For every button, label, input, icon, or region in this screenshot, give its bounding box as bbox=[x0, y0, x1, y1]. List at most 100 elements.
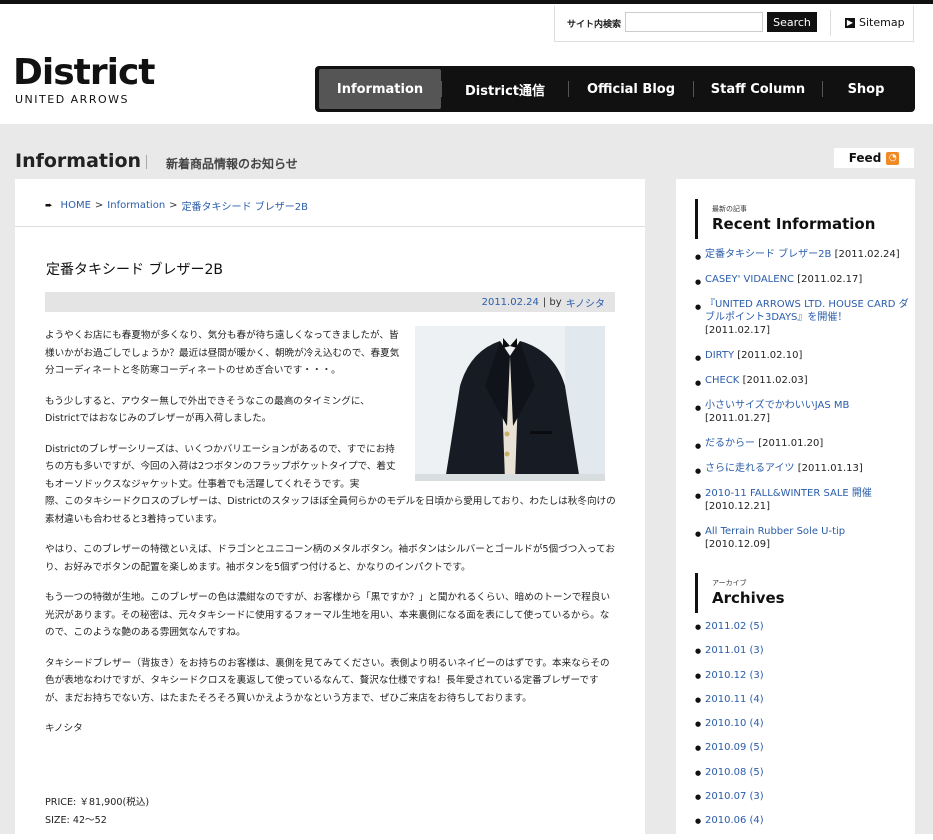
post-author[interactable]: キノシタ bbox=[566, 295, 605, 310]
recent-date: [2011.02.10] bbox=[737, 350, 803, 361]
bullet-icon: ● bbox=[695, 303, 702, 311]
bullet-icon: ● bbox=[695, 442, 702, 450]
archive-link[interactable]: 2010.12 (3) bbox=[705, 670, 764, 681]
recent-date: [2010.12.09] bbox=[705, 539, 771, 550]
page-subtitle: 新着商品情報のお知らせ bbox=[166, 157, 298, 171]
recent-link[interactable]: 2010-11 FALL&WINTER SALE 開催 bbox=[705, 488, 872, 499]
archive-link[interactable]: 2010.09 (5) bbox=[705, 742, 764, 753]
price-info: PRICE: ￥81,900(税込) SIZE: 42～52 bbox=[45, 794, 149, 830]
search-button[interactable]: Search bbox=[767, 12, 817, 32]
archive-link[interactable]: 2010.08 (5) bbox=[705, 767, 764, 778]
post-meta: 2011.02.24 | by キノシタ bbox=[45, 292, 615, 312]
post-title: 定番タキシード ブレザー2B bbox=[46, 262, 223, 278]
list-item: ● 2010.06 (4) bbox=[695, 815, 910, 839]
title-divider bbox=[146, 155, 147, 169]
archive-link[interactable]: 2011.02 (5) bbox=[705, 621, 764, 632]
site-search: サイト内検索 Search ▶ Sitemap bbox=[554, 6, 914, 42]
breadcrumb: ➨ HOME > Information > 定番タキシード ブレザー2B bbox=[45, 198, 308, 213]
list-item: ● CASEY' VIDALENC [2011.02.17] bbox=[695, 273, 910, 286]
heading-bar bbox=[695, 573, 698, 613]
search-input[interactable] bbox=[625, 12, 763, 32]
recent-date: [2011.01.20] bbox=[758, 438, 824, 449]
list-item: ● CHECK [2011.02.03] bbox=[695, 374, 910, 387]
list-item: ● 2010-11 FALL&WINTER SALE 開催 [2010.12.21] bbox=[695, 487, 910, 513]
list-item: ● 小さいサイズでかわいいJAS MB [2011.01.27] bbox=[695, 399, 910, 425]
post-body: ようやくお店にも春夏物が多くなり、気分も春が待ち遠しくなってきましたが、皆様いか… bbox=[45, 327, 617, 751]
divider bbox=[15, 226, 645, 227]
bullet-icon: ● bbox=[695, 647, 702, 656]
nav-item-district[interactable]: District通信 bbox=[442, 69, 568, 109]
recent-subtitle: 最新の記事 bbox=[712, 205, 747, 213]
recent-title: Recent Information bbox=[712, 215, 876, 233]
post-by: | by bbox=[542, 296, 562, 308]
recent-link[interactable]: 定番タキシード ブレザー2B bbox=[705, 249, 831, 260]
recent-date: [2011.02.17] bbox=[705, 325, 771, 336]
size: SIZE: 42～52 bbox=[45, 815, 107, 826]
recent-link[interactable]: CASEY' VIDALENC bbox=[705, 274, 794, 285]
nav-item-shop[interactable]: Shop bbox=[823, 69, 909, 109]
archive-link[interactable]: 2010.06 (4) bbox=[705, 815, 764, 826]
recent-date: [2010.12.21] bbox=[705, 501, 771, 512]
sitemap-label: Sitemap bbox=[859, 16, 905, 29]
post-date[interactable]: 2011.02.24 bbox=[482, 297, 539, 308]
recent-date: [2011.02.03] bbox=[742, 375, 808, 386]
breadcrumb-current[interactable]: 定番タキシード ブレザー2B bbox=[182, 198, 308, 213]
list-item: ● 『UNITED ARROWS LTD. HOUSE CARD ダブルポイント3… bbox=[695, 298, 910, 337]
recent-link[interactable]: だるからー bbox=[705, 438, 755, 449]
nav-item-information[interactable]: Information bbox=[319, 69, 441, 109]
feed-button[interactable]: Feed ◔ bbox=[834, 148, 914, 168]
post-paragraph: Districtのブレザーシリーズは、いくつかバリエーションがあるので、すでにお… bbox=[45, 443, 396, 490]
page-title: Information bbox=[15, 150, 142, 172]
list-item: ● 2010.08 (5) bbox=[695, 767, 910, 791]
archive-link[interactable]: 2011.01 (3) bbox=[705, 645, 764, 656]
list-item: ● 定番タキシード ブレザー2B [2011.02.24] bbox=[695, 248, 910, 261]
recent-date: [2011.02.24] bbox=[834, 249, 900, 260]
bullet-icon: ● bbox=[695, 467, 702, 475]
recent-link[interactable]: All Terrain Rubber Sole U-tip bbox=[705, 526, 845, 537]
recent-link[interactable]: 『UNITED ARROWS LTD. HOUSE CARD ダブルポイント3D… bbox=[705, 299, 909, 323]
breadcrumb-information[interactable]: Information bbox=[107, 200, 165, 211]
bullet-icon: ● bbox=[695, 793, 702, 802]
bullet-icon: ● bbox=[695, 404, 702, 412]
recent-link[interactable]: DIRTY bbox=[705, 350, 734, 361]
list-item: ● だるからー [2011.01.20] bbox=[695, 437, 910, 450]
divider bbox=[830, 10, 831, 36]
price: PRICE: ￥81,900(税込) bbox=[45, 797, 150, 808]
nav-item-official-blog[interactable]: Official Blog bbox=[569, 69, 693, 109]
breadcrumb-separator: > bbox=[169, 200, 178, 211]
arrow-right-icon: ▶ bbox=[845, 17, 855, 28]
list-item: ● 2011.02 (5) bbox=[695, 621, 910, 645]
recent-link[interactable]: 小さいサイズでかわいいJAS MB bbox=[705, 400, 849, 411]
bullet-icon: ● bbox=[695, 354, 702, 362]
list-item: ● さらに走れるアイツ [2011.01.13] bbox=[695, 462, 910, 475]
bullet-icon: ● bbox=[695, 530, 702, 538]
breadcrumb-separator: > bbox=[94, 200, 104, 211]
breadcrumb-home[interactable]: HOME bbox=[61, 200, 91, 211]
post-paragraph: タキシードブレザー（背抜き）をお持ちのお客様は、裏側を見てみてください。表側より… bbox=[45, 657, 610, 704]
recent-link[interactable]: CHECK bbox=[705, 375, 739, 386]
post-paragraph: もう一つの特徴が生地。このブレザーの色は濃紺なのですが、お客様から「黒ですか？」… bbox=[45, 592, 611, 638]
sitemap-link[interactable]: ▶ Sitemap bbox=[845, 16, 905, 29]
list-item: ● 2010.10 (4) bbox=[695, 718, 910, 742]
archives-title: Archives bbox=[712, 589, 785, 607]
bullet-icon: ● bbox=[695, 768, 702, 777]
recent-link[interactable]: さらに走れるアイツ bbox=[705, 463, 795, 474]
list-item: ● All Terrain Rubber Sole U-tip [2010.12.0… bbox=[695, 525, 910, 551]
main-content: ➨ HOME > Information > 定番タキシード ブレザー2B 定番… bbox=[15, 179, 645, 834]
archive-link[interactable]: 2010.10 (4) bbox=[705, 718, 764, 729]
bullet-icon: ● bbox=[695, 623, 702, 631]
list-item: ● 2011.01 (3) bbox=[695, 645, 910, 669]
recent-date: [2011.01.13] bbox=[797, 463, 863, 474]
archive-link[interactable]: 2010.11 (4) bbox=[705, 694, 764, 705]
search-label: サイト内検索 bbox=[567, 20, 622, 30]
list-item: ● 2010.07 (3) bbox=[695, 791, 910, 815]
nav-item-staff-column[interactable]: Staff Column bbox=[694, 69, 822, 109]
arrow-right-icon: ➨ bbox=[45, 200, 53, 211]
logo[interactable]: District bbox=[13, 52, 156, 93]
bullet-icon: ● bbox=[695, 744, 702, 753]
recent-list: ● 定番タキシード ブレザー2B [2011.02.24] ● CASEY' VID… bbox=[695, 248, 910, 563]
main-nav: Information District通信 Official Blog Sta… bbox=[315, 66, 915, 112]
archive-link[interactable]: 2010.07 (3) bbox=[705, 791, 764, 802]
feed-label: Feed bbox=[848, 151, 882, 165]
logo-subtitle: UNITED ARROWS bbox=[15, 93, 129, 106]
